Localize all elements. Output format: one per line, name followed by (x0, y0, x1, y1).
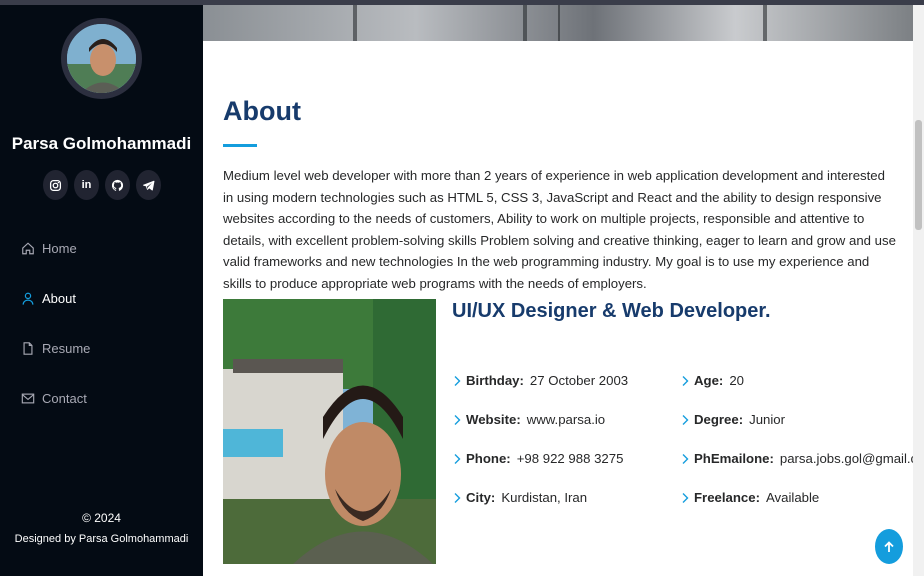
chevron-right-icon (682, 414, 689, 425)
github-icon (111, 179, 124, 191)
avatar (61, 18, 142, 99)
role-title: UI/UX Designer & Web Developer. (452, 300, 771, 322)
info-freelance: Freelance: Available (680, 490, 819, 505)
nav-item-contact[interactable]: Contact (21, 391, 87, 406)
title-underline (223, 144, 257, 147)
profile-name: Parsa Golmohammadi (11, 134, 192, 153)
chevron-right-icon (682, 375, 689, 386)
chevron-right-icon (454, 492, 461, 503)
telegram-icon (143, 180, 155, 190)
info-label: Phone: (466, 451, 511, 466)
info-label: Birthday: (466, 373, 524, 388)
hero-image-strip (203, 5, 913, 41)
linkedin-icon: in (81, 179, 92, 191)
info-degree: Degree: Junior (680, 412, 785, 427)
nav-item-resume[interactable]: Resume (21, 341, 90, 356)
envelope-icon (21, 393, 35, 404)
page-scrollbar[interactable] (913, 5, 924, 576)
back-to-top-button[interactable] (875, 529, 903, 564)
info-value: 20 (729, 373, 744, 388)
sidebar-footer: © 2024 Designed by Parsa Golmohammadi (0, 509, 203, 548)
info-value: +98 922 988 3275 (516, 451, 624, 466)
info-label: City: (466, 490, 496, 505)
chevron-right-icon (682, 492, 689, 503)
about-description: Medium level web developer with more tha… (223, 168, 896, 291)
home-icon (22, 242, 34, 255)
info-value: Junior (749, 412, 786, 427)
window-top-bar (0, 0, 924, 5)
info-phone: Phone: +98 922 988 3275 (452, 451, 623, 466)
chevron-right-icon (454, 414, 461, 425)
chevron-right-icon (454, 375, 461, 386)
profile-photo (223, 299, 436, 564)
info-value: Kurdistan, Iran (501, 490, 588, 505)
credit-text: Designed by Parsa Golmohammadi (14, 533, 189, 545)
instagram-icon (49, 179, 62, 191)
info-label: Freelance: (694, 490, 760, 505)
section-title: About (223, 96, 301, 126)
info-label: Age: (694, 373, 724, 388)
nav-item-home[interactable]: Home (21, 241, 77, 256)
nav-home-label: Home (42, 241, 77, 256)
file-icon (23, 342, 33, 355)
info-label: Website: (466, 412, 521, 427)
nav-about-label: About (42, 291, 76, 306)
nav-item-about[interactable]: About (21, 291, 76, 306)
info-label: Degree: (694, 412, 744, 427)
info-value: Available (765, 490, 820, 505)
instagram-link[interactable] (43, 170, 68, 200)
info-city: City: Kurdistan, Iran (452, 490, 587, 505)
scrollbar-thumb[interactable] (915, 120, 922, 230)
info-birthday: Birthday: 27 October 2003 (452, 373, 628, 388)
info-value: 27 October 2003 (529, 373, 629, 388)
telegram-link[interactable] (136, 170, 161, 200)
nav-contact-label: Contact (42, 391, 87, 406)
person-icon (22, 292, 34, 305)
linkedin-link[interactable]: in (74, 170, 99, 200)
github-link[interactable] (105, 170, 130, 200)
chevron-right-icon (682, 453, 689, 464)
info-website: Website: www.parsa.io (452, 412, 605, 427)
info-value: parsa.jobs.gol@gmail.com (779, 451, 924, 466)
sidebar: Parsa Golmohammadi in Home About Resume (0, 0, 203, 576)
chevron-right-icon (454, 453, 461, 464)
info-email: PhEmailone: parsa.jobs.gol@gmail.com (680, 451, 924, 466)
info-label: PhEmailone: (694, 451, 774, 466)
copyright-text: © 2024 (82, 511, 121, 525)
info-age: Age: 20 (680, 373, 744, 388)
nav-resume-label: Resume (42, 341, 91, 356)
info-value: www.parsa.io (526, 412, 606, 427)
social-links: in (43, 170, 161, 200)
arrow-up-icon (884, 540, 894, 552)
